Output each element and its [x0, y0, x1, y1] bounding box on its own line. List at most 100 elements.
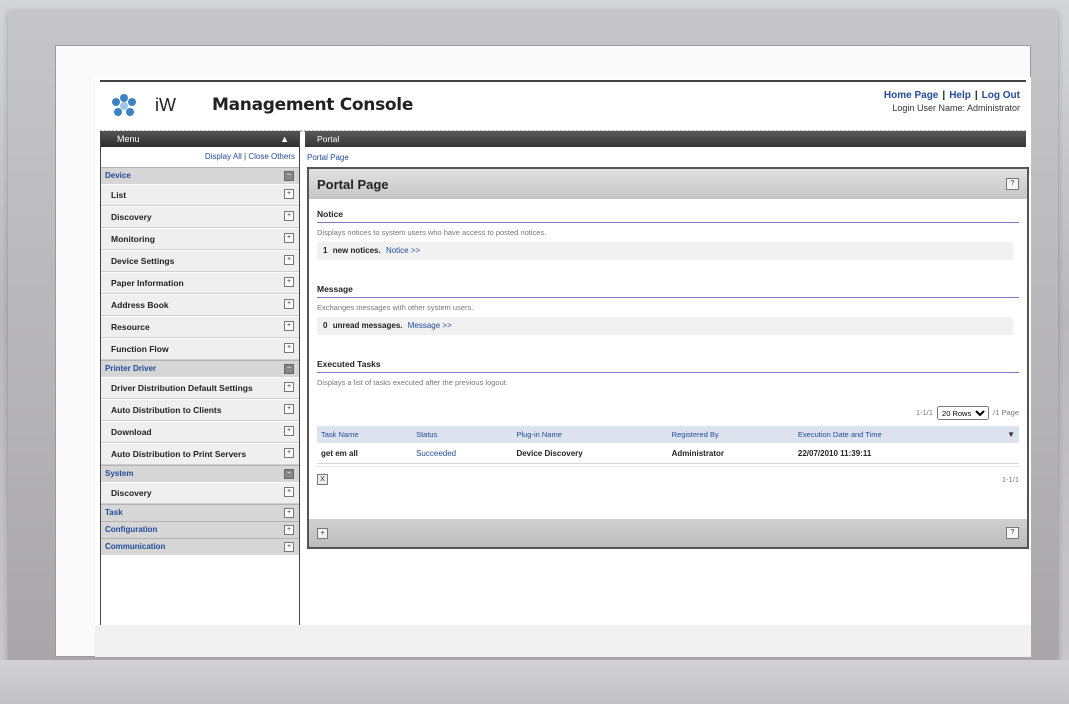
table-close-icon[interactable]: X — [317, 474, 328, 485]
tasks-description: Displays a list of tasks executed after … — [317, 378, 508, 387]
col-task-name[interactable]: Task Name — [317, 426, 413, 443]
expand-icon[interactable]: + — [284, 448, 294, 458]
menu-item-auto-distribution-to-clients[interactable]: Auto Distribution to Clients + — [101, 399, 299, 421]
menu-item-monitoring[interactable]: Monitoring + — [101, 228, 299, 250]
monitor-stand-shadow — [0, 660, 1069, 704]
menu-item-driver-distribution-default-settings[interactable]: Driver Distribution Default Settings + — [101, 377, 299, 399]
menu-section-printer-driver[interactable]: Printer Driver − — [101, 360, 299, 377]
page-title: Portal Page — [317, 177, 389, 192]
portal-panel: Portal Page ? Notice Displays notices to… — [307, 167, 1029, 549]
section-label: Device — [105, 171, 131, 180]
expand-icon[interactable]: + — [284, 277, 294, 287]
menu-header[interactable]: Menu ▲ — [101, 131, 299, 147]
table-row[interactable]: get em all Succeeded Device Discovery Ad… — [317, 443, 1019, 464]
notice-title: Notice — [317, 209, 343, 219]
menu-item-system-discovery[interactable]: Discovery + — [101, 482, 299, 504]
header-links: Home Page | Help | Log Out Login User Name: … — [884, 90, 1020, 113]
portal-title-bar: Portal Page ? — [309, 169, 1027, 199]
cell-plugin-name: Device Discovery — [512, 443, 668, 464]
cell-execution-date: 22/07/2010 11:39:11 — [793, 443, 986, 464]
menu-item-label: Paper Information — [111, 278, 184, 288]
col-registered-by[interactable]: Registered By — [667, 426, 794, 443]
col-plugin-name[interactable]: Plug-in Name — [512, 426, 668, 443]
menu-item-download[interactable]: Download + — [101, 421, 299, 443]
app-title: Management Console — [212, 95, 414, 115]
pager-pages: /1 Page — [993, 407, 1019, 417]
notice-link[interactable]: Notice >> — [386, 246, 420, 255]
col-status[interactable]: Status — [412, 426, 513, 443]
cell-registered-by: Administrator — [667, 443, 794, 464]
display-all-link[interactable]: Display All — [205, 152, 242, 161]
message-description: Exchanges messages with other system use… — [317, 303, 474, 312]
message-count: 0 — [323, 321, 328, 330]
notice-box: 1 new notices. Notice >> — [317, 242, 1013, 260]
screen: iW Management Console Home Page | Help | Log… — [55, 45, 1031, 657]
menu-item-label: Address Book — [111, 300, 169, 310]
collapse-icon[interactable]: − — [284, 469, 294, 479]
expand-icon[interactable]: + — [284, 321, 294, 331]
rows-per-page-select[interactable]: 20 Rows — [937, 406, 990, 420]
help-icon[interactable]: ? — [1006, 178, 1019, 190]
menu-item-auto-distribution-to-print-servers[interactable]: Auto Distribution to Print Servers + — [101, 443, 299, 465]
expand-icon[interactable]: + — [284, 525, 294, 535]
expand-icon[interactable]: + — [284, 542, 294, 552]
menu-item-label: Device Settings — [111, 256, 175, 266]
message-title: Message — [317, 284, 353, 294]
footer-toggle-icon[interactable]: + — [317, 528, 328, 539]
expand-icon[interactable]: + — [284, 487, 294, 497]
home-page-link[interactable]: Home Page — [884, 90, 938, 101]
menu-item-list[interactable]: List + — [101, 184, 299, 206]
tasks-pager: 1-1/1 20 Rows /1 Page — [916, 406, 1019, 420]
breadcrumb-path[interactable]: Portal Page — [307, 153, 349, 162]
expand-icon[interactable]: + — [284, 343, 294, 353]
menu-item-address-book[interactable]: Address Book + — [101, 294, 299, 316]
col-execution-date[interactable]: Execution Date and Time — [793, 426, 986, 443]
expand-icon[interactable]: + — [284, 233, 294, 243]
collapse-icon[interactable]: − — [284, 364, 294, 374]
menu-section-task[interactable]: Task + — [101, 504, 299, 521]
menu-section-system[interactable]: System − — [101, 465, 299, 482]
console-window: iW Management Console Home Page | Help | Log… — [95, 77, 1031, 657]
help-link[interactable]: Help — [949, 90, 971, 101]
menu-item-label: Function Flow — [111, 344, 169, 354]
notice-text: new notices. — [332, 246, 381, 255]
sort-down-icon[interactable]: ▼ — [985, 426, 1019, 443]
link-separator: | — [942, 90, 946, 101]
close-others-link[interactable]: Close Others — [248, 152, 295, 161]
expand-icon[interactable]: + — [284, 255, 294, 265]
menu-item-resource[interactable]: Resource + — [101, 316, 299, 338]
footer-help-icon[interactable]: ? — [1006, 527, 1019, 539]
expand-icon[interactable]: + — [284, 299, 294, 309]
menu-section-device[interactable]: Device − — [101, 167, 299, 184]
menu-item-paper-information[interactable]: Paper Information + — [101, 272, 299, 294]
message-divider — [317, 297, 1019, 298]
portal-footer: + ? — [309, 519, 1027, 547]
expand-icon[interactable]: + — [284, 508, 294, 518]
section-label: Printer Driver — [105, 364, 157, 373]
menu-section-communication[interactable]: Communication + — [101, 538, 299, 555]
menu-item-function-flow[interactable]: Function Flow + — [101, 338, 299, 360]
menu-item-device-settings[interactable]: Device Settings + — [101, 250, 299, 272]
message-link[interactable]: Message >> — [408, 321, 452, 330]
table-header-row: Task Name Status Plug-in Name Registered… — [317, 426, 1019, 443]
cell-status[interactable]: Succeeded — [412, 443, 513, 464]
menu-item-label: Discovery — [111, 488, 152, 498]
logout-link[interactable]: Log Out — [982, 90, 1020, 101]
flower-logo-icon — [112, 94, 136, 116]
menu-item-label: Resource — [111, 322, 150, 332]
collapse-icon[interactable]: − — [284, 171, 294, 181]
expand-icon[interactable]: + — [284, 426, 294, 436]
menu-item-discovery[interactable]: Discovery + — [101, 206, 299, 228]
menu-section-configuration[interactable]: Configuration + — [101, 521, 299, 538]
collapse-caret-icon[interactable]: ▲ — [280, 131, 289, 147]
display-separator: | — [244, 152, 247, 161]
menu-title: Menu — [117, 134, 140, 144]
expand-icon[interactable]: + — [284, 189, 294, 199]
section-label: System — [105, 469, 134, 478]
expand-icon[interactable]: + — [284, 404, 294, 414]
login-label: Login User Name: — [892, 103, 965, 113]
expand-icon[interactable]: + — [284, 382, 294, 392]
expand-icon[interactable]: + — [284, 211, 294, 221]
section-label: Configuration — [105, 525, 158, 534]
section-label: Task — [105, 508, 123, 517]
